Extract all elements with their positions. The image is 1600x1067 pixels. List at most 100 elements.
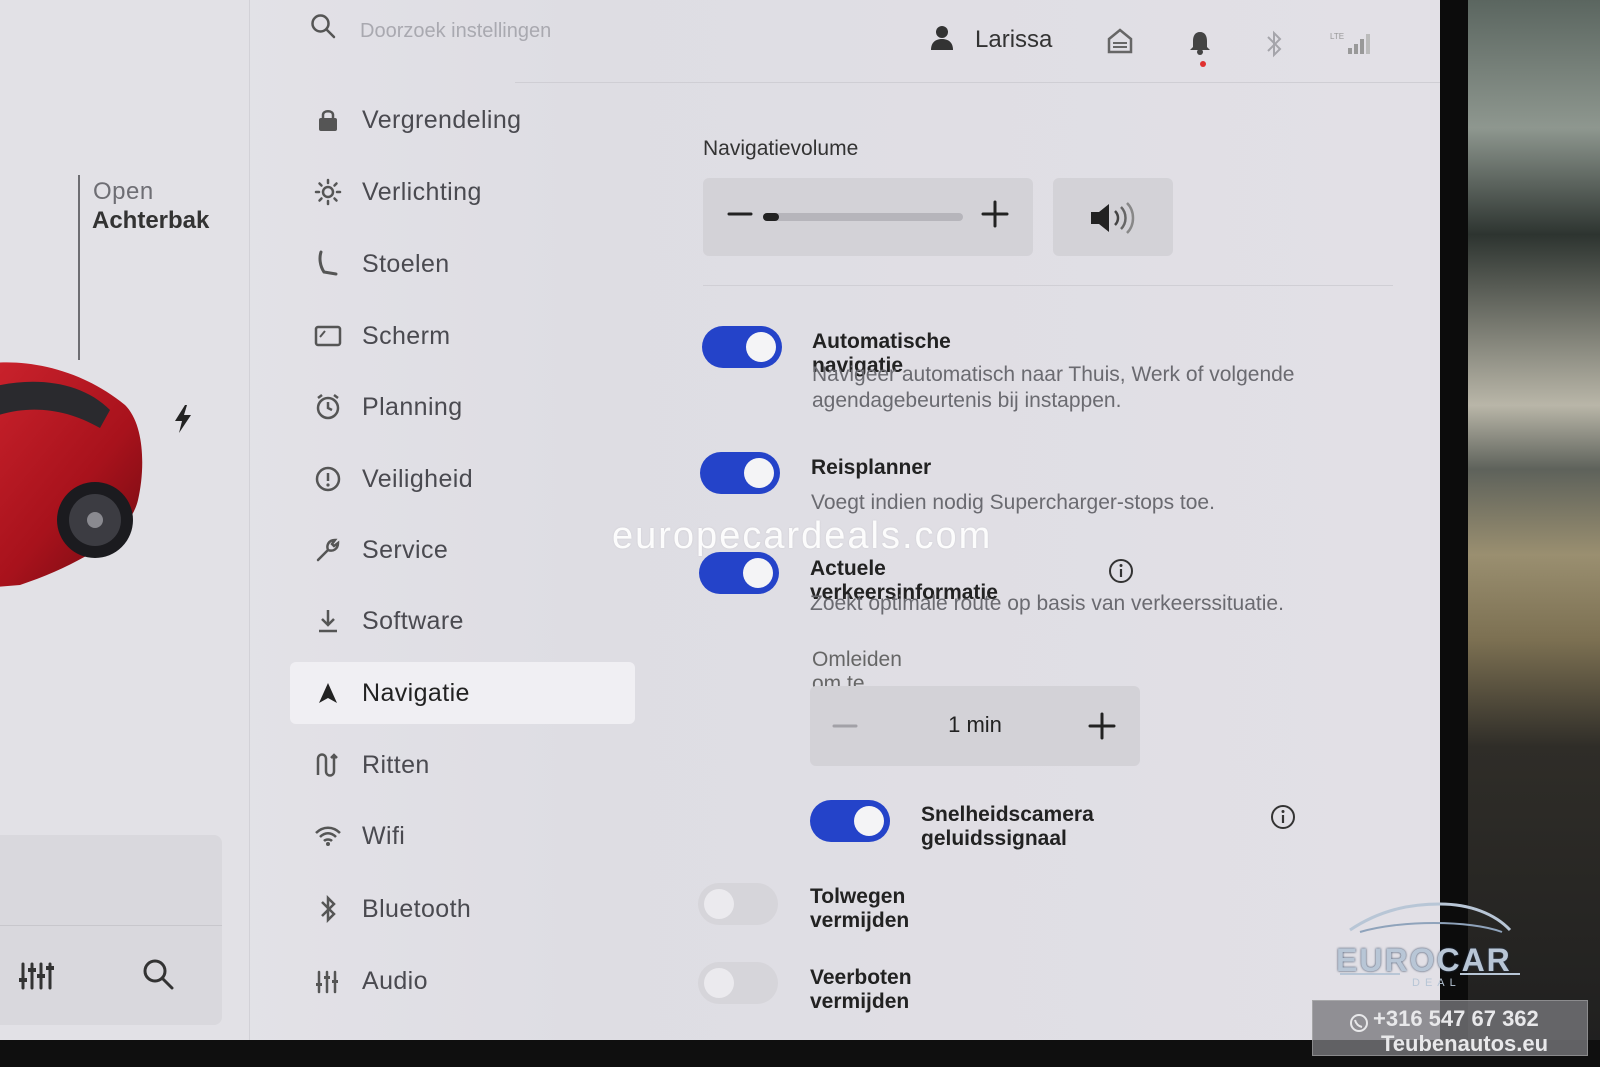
toggle-knob [704,889,734,919]
safety-icon [308,459,348,499]
toggle-knob [743,558,773,588]
download-icon [308,601,348,641]
brand-subtitle: DEAL [1412,977,1461,989]
toggle-knob [704,968,734,998]
navigation-volume-title: Navigatievolume [703,137,859,160]
toggle-knob [746,332,776,362]
info-icon[interactable] [1270,804,1296,830]
bluetooth-icon [308,889,348,929]
toggle-knob [854,806,884,836]
notification-dot [1200,61,1206,67]
volume-slider-fill [763,213,779,221]
user-name[interactable]: Larissa [975,26,1052,54]
menu-item-scherm[interactable]: Scherm [290,305,635,367]
clock-icon [308,387,348,427]
car-image[interactable] [0,350,160,590]
mute-button[interactable] [1053,178,1173,256]
menu-item-label: Service [362,535,449,564]
whatsapp-icon [1350,1014,1368,1032]
wrench-icon [308,530,348,570]
navigation-icon [308,673,348,713]
bluetooth-status-icon [1267,30,1282,58]
trips-icon [308,745,348,785]
speaker-icon [1091,202,1135,234]
trunk-label[interactable]: Achterbak [92,207,209,235]
user-icon[interactable] [930,25,954,51]
menu-item-verlichting[interactable]: Verlichting [290,161,635,223]
speed-camera-title: Snelheidscamera geluidssignaal [921,803,1094,850]
auto-navigation-toggle[interactable] [702,326,782,368]
search-icon[interactable] [310,13,336,39]
info-icon[interactable] [1108,558,1134,584]
menu-item-planning[interactable]: Planning [290,376,635,438]
contact-phone: +316 547 67 362 [1373,1006,1539,1031]
increase-icon[interactable] [1082,706,1122,746]
contact-overlay: +316 547 67 362 Teubenautos.eu [1312,1000,1588,1056]
lock-icon [308,100,348,140]
settings-search-input[interactable] [360,14,680,48]
menu-item-wifi[interactable]: Wifi [290,805,635,867]
avoid-tolls-title: Tolwegen vermijden [810,885,910,932]
trip-planner-title: Reisplanner [811,456,932,479]
toggle-knob [744,458,774,488]
topbar-divider [515,82,1440,83]
avoid-ferries-toggle[interactable] [698,962,778,1004]
menu-item-navigatie[interactable]: Navigatie [290,662,635,724]
menu-item-label: Scherm [362,321,451,350]
menu-item-label: Ritten [362,750,430,779]
avoid-ferries-title: Veerboten vermijden [810,966,912,1013]
live-traffic-toggle[interactable] [699,552,779,594]
menu-item-label: Audio [362,966,428,995]
menu-item-label: Vergrendeling [362,105,522,134]
audio-icon [308,961,348,1001]
menu-item-label: Software [362,606,464,635]
light-icon [308,172,348,212]
avoid-tolls-toggle[interactable] [698,883,778,925]
touchscreen: Open Achterbak Doorzoek instellingen Lar… [0,0,1440,1040]
notification-bell-icon[interactable] [1188,30,1212,56]
menu-item-label: Planning [362,392,463,421]
live-traffic-description: Zoekt optimale route op basis van verkee… [810,592,1284,615]
search-icon[interactable] [142,958,174,990]
menu-item-veiligheid[interactable]: Veiligheid [290,448,635,510]
brand-name: EUROCAR [1336,942,1512,978]
trip-planner-description: Voegt indien nodig Supercharger-stops to… [811,491,1215,514]
trunk-divider [78,175,80,360]
top-bar: Larissa LTE [250,0,1440,83]
menu-item-vergrendeling[interactable]: Vergrendeling [290,89,635,151]
charge-icon [175,405,191,433]
menu-item-software[interactable]: Software [290,590,635,652]
menu-item-stoelen[interactable]: Stoelen [290,233,635,295]
car-panel: Open Achterbak [0,0,250,1040]
menu-item-label: Veiligheid [362,464,474,493]
homelink-icon[interactable] [1107,28,1133,54]
menu-item-audio[interactable]: Audio [290,950,635,1012]
volume-up-icon[interactable] [975,194,1015,234]
trip-planner-toggle[interactable] [700,452,780,494]
card-divider [0,925,222,926]
menu-item-label: Navigatie [362,678,470,707]
menu-item-label: Verlichting [362,177,482,206]
menu-item-label: Stoelen [362,249,450,278]
navigation-volume-control [703,178,1033,256]
volume-slider[interactable] [763,213,963,221]
contact-website: Teubenautos.eu [1381,1031,1549,1056]
section-divider [703,285,1393,286]
cellular-signal-icon: LTE [1330,32,1370,54]
menu-item-ritten[interactable]: Ritten [290,734,635,796]
wifi-icon [308,816,348,856]
svg-text:LTE: LTE [1330,32,1344,41]
speed-camera-toggle[interactable] [810,800,890,842]
controls-sliders-icon[interactable] [18,960,54,992]
watermark-text: europecardeals.com [612,515,993,557]
seat-icon [308,244,348,284]
car-controls-card [0,835,222,1025]
menu-item-label: Bluetooth [362,894,472,923]
menu-item-label: Wifi [362,821,406,850]
menu-item-bluetooth[interactable]: Bluetooth [290,878,635,940]
volume-down-icon[interactable] [721,194,761,234]
auto-navigation-description: Navigeer automatisch naar Thuis, Werk of… [812,363,1295,412]
menu-item-service[interactable]: Service [290,519,635,581]
trunk-open-label[interactable]: Open [93,178,154,206]
detour-stepper: 1 min [810,686,1140,766]
